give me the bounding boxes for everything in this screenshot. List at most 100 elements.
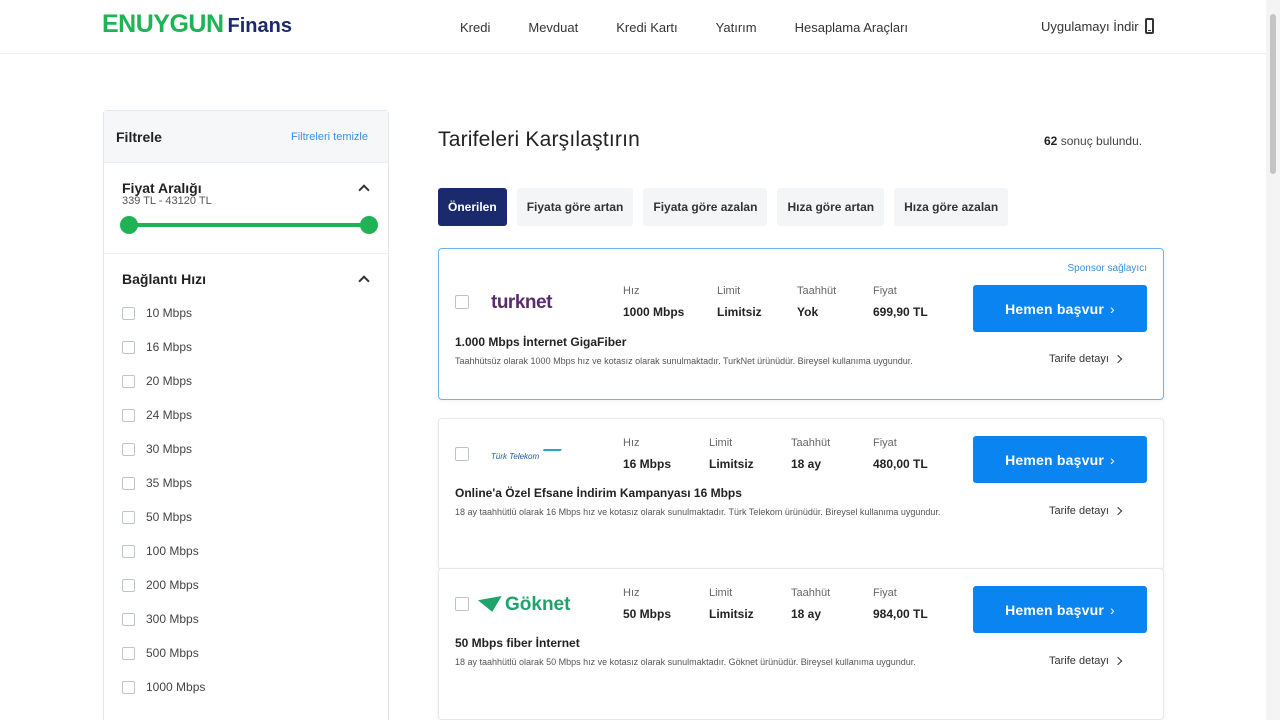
checkbox[interactable] xyxy=(122,306,135,320)
goknet-mark-icon xyxy=(477,596,505,614)
page-title: Tarifeleri Karşılaştırın xyxy=(438,128,641,151)
checkbox[interactable] xyxy=(122,340,135,354)
speed-label: Hız xyxy=(623,285,640,297)
checkbox[interactable] xyxy=(122,544,135,558)
checkbox[interactable] xyxy=(122,578,135,592)
speed-option-label: 1000 Mbps xyxy=(146,680,206,694)
commitment-column: Taahhüt 18 ay xyxy=(791,587,830,621)
offer-title: 1.000 Mbps İnternet GigaFiber xyxy=(455,335,627,349)
compare-checkbox[interactable] xyxy=(455,295,469,309)
commitment-label: Taahhüt xyxy=(797,285,837,297)
speed-option-label: 200 Mbps xyxy=(146,578,199,592)
checkbox[interactable] xyxy=(122,408,135,422)
nav-item-hesaplama[interactable]: Hesaplama Araçları xyxy=(795,20,908,35)
speed-option-label: 500 Mbps xyxy=(146,646,199,660)
speed-option-500[interactable]: 500 Mbps xyxy=(122,636,370,670)
nav-item-yatirim[interactable]: Yatırım xyxy=(716,20,757,35)
apply-button[interactable]: Hemen başvur › xyxy=(973,285,1147,332)
compare-checkbox[interactable] xyxy=(455,597,469,611)
price-value: 480,00 TL xyxy=(873,457,928,471)
wing-icon xyxy=(538,449,563,459)
price-value: 984,00 TL xyxy=(873,607,928,621)
speed-option-24[interactable]: 24 Mbps xyxy=(122,398,370,432)
sort-tab-price-desc[interactable]: Fiyata göre azalan xyxy=(643,188,768,226)
speed-option-label: 50 Mbps xyxy=(146,510,193,524)
logo-main: ENUYGUN xyxy=(102,10,224,38)
limit-value: Limitsiz xyxy=(717,305,762,319)
checkbox[interactable] xyxy=(122,442,135,456)
offer-card-goknet: Göknet Hız 50 Mbps Limit Limitsiz Taahhüt 1… xyxy=(438,568,1164,720)
price-range-value: 339 TL - 43120 TL xyxy=(122,195,212,207)
speed-option-300[interactable]: 300 Mbps xyxy=(122,602,370,636)
price-label: Fiyat xyxy=(873,587,897,599)
offer-description: 18 ay taahhütlü olarak 16 Mbps hız ve ko… xyxy=(455,507,941,517)
speed-option-label: 300 Mbps xyxy=(146,612,199,626)
speed-option-10[interactable]: 10 Mbps xyxy=(122,296,370,330)
speed-option-label: 24 Mbps xyxy=(146,408,193,422)
phone-icon xyxy=(1144,18,1154,34)
tariff-detail-link[interactable]: Tarife detayı xyxy=(1049,655,1123,667)
speed-option-100[interactable]: 100 Mbps xyxy=(122,534,370,568)
speed-label: Hız xyxy=(623,587,640,599)
brand-name: Türk Telekom xyxy=(491,449,563,461)
tariff-detail-link[interactable]: Tarife detayı xyxy=(1049,353,1123,365)
detail-label: Tarife detayı xyxy=(1049,655,1109,667)
offer-description: 18 ay taahhütlü olarak 50 Mbps hız ve ko… xyxy=(455,657,916,667)
speed-label: Hız xyxy=(623,437,640,449)
page-scrollbar[interactable] xyxy=(1266,0,1280,720)
download-app-link[interactable]: Uygulamayı İndir xyxy=(1041,18,1154,34)
sort-tab-speed-asc[interactable]: Hıza göre artan xyxy=(777,188,885,226)
speed-option-16[interactable]: 16 Mbps xyxy=(122,330,370,364)
logo[interactable]: ENUYGUN Finans xyxy=(102,10,292,39)
checkbox[interactable] xyxy=(122,646,135,660)
nav-item-mevduat[interactable]: Mevduat xyxy=(528,20,578,35)
price-column: Fiyat 984,00 TL xyxy=(873,587,928,621)
sponsor-label: Sponsor sağlayıcı xyxy=(1067,263,1148,274)
result-count-suffix: sonuç bulundu. xyxy=(1060,134,1143,148)
nav-item-kredi[interactable]: Kredi xyxy=(460,20,490,35)
checkbox[interactable] xyxy=(122,374,135,388)
brand-name: Göknet xyxy=(477,594,571,616)
chevron-right-icon: › xyxy=(1110,451,1115,468)
speed-option-30[interactable]: 30 Mbps xyxy=(122,432,370,466)
slider-max-handle[interactable] xyxy=(360,216,378,234)
sort-tab-recommended[interactable]: Önerilen xyxy=(438,188,507,226)
sort-tab-speed-desc[interactable]: Hıza göre azalan xyxy=(894,188,1009,226)
chevron-up-icon[interactable] xyxy=(358,275,370,287)
checkbox[interactable] xyxy=(122,476,135,490)
speed-column: Hız 1000 Mbps xyxy=(623,285,684,319)
apply-button[interactable]: Hemen başvur › xyxy=(973,586,1147,633)
checkbox[interactable] xyxy=(122,612,135,626)
speed-value: 50 Mbps xyxy=(623,607,672,621)
nav-item-kredi-karti[interactable]: Kredi Kartı xyxy=(616,20,677,35)
brand-name-text: Göknet xyxy=(505,594,571,615)
apply-label: Hemen başvur xyxy=(1005,451,1104,468)
speed-option-1000[interactable]: 1000 Mbps xyxy=(122,670,370,704)
speed-option-20[interactable]: 20 Mbps xyxy=(122,364,370,398)
price-range-slider[interactable] xyxy=(120,215,378,235)
speed-column: Hız 16 Mbps xyxy=(623,437,671,471)
speed-option-50[interactable]: 50 Mbps xyxy=(122,500,370,534)
chevron-up-icon[interactable] xyxy=(358,184,370,196)
checkbox[interactable] xyxy=(122,680,135,694)
chevron-right-icon xyxy=(1113,506,1123,516)
tariff-detail-link[interactable]: Tarife detayı xyxy=(1049,505,1123,517)
speed-option-200[interactable]: 200 Mbps xyxy=(122,568,370,602)
checkbox[interactable] xyxy=(122,510,135,524)
limit-label: Limit xyxy=(717,285,741,297)
price-value: 699,90 TL xyxy=(873,305,928,319)
clear-filters-link[interactable]: Filtreleri temizle xyxy=(291,131,368,143)
chevron-right-icon xyxy=(1113,656,1123,666)
site-header: ENUYGUN Finans Kredi Mevduat Kredi Kartı … xyxy=(0,0,1266,54)
limit-value: Limitsiz xyxy=(709,607,754,621)
sort-tab-price-asc[interactable]: Fiyata göre artan xyxy=(516,188,634,226)
slider-track xyxy=(128,223,362,227)
compare-checkbox[interactable] xyxy=(455,447,469,461)
offer-card-turknet: Sponsor sağlayıcı turknet Hız 1000 Mbps L… xyxy=(438,248,1164,400)
apply-label: Hemen başvur xyxy=(1005,300,1104,317)
result-count-number: 62 xyxy=(1044,134,1058,148)
speed-option-35[interactable]: 35 Mbps xyxy=(122,466,370,500)
apply-button[interactable]: Hemen başvur › xyxy=(973,436,1147,483)
scrollbar-thumb[interactable] xyxy=(1270,14,1276,174)
slider-min-handle[interactable] xyxy=(120,216,138,234)
